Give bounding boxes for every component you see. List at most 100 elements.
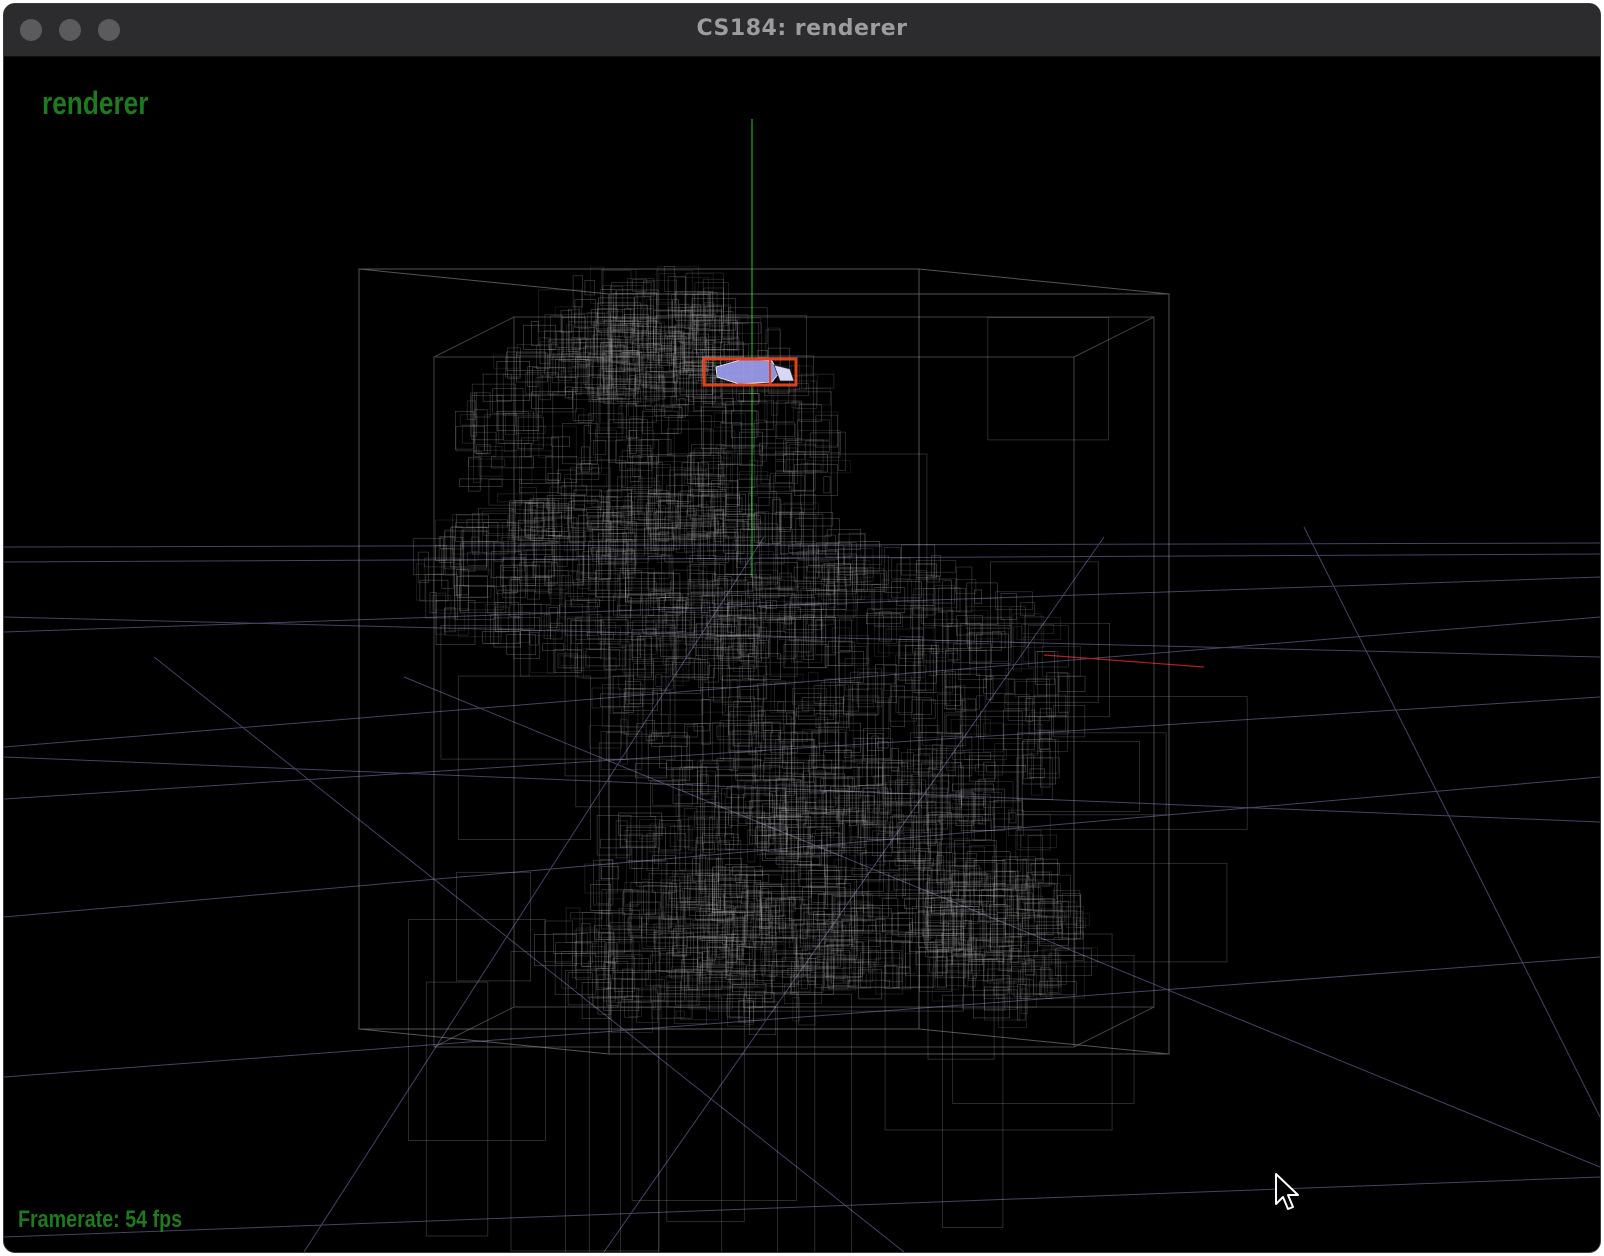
bvh-leaf-box	[466, 519, 508, 528]
bvh-leaf-box	[583, 647, 607, 679]
bvh-leaf-box	[846, 712, 876, 756]
bvh-leaf-box	[456, 569, 469, 596]
bvh-leaf-box	[491, 456, 534, 469]
bvh-node-box	[987, 317, 1109, 441]
bvh-leaf-box	[544, 920, 573, 963]
bvh-leaf-box	[551, 436, 570, 447]
bvh-leaf-box	[435, 600, 476, 645]
bvh-leaf-box	[913, 588, 936, 616]
bvh-leaf-box	[490, 551, 522, 578]
bvh-leaf-box	[799, 512, 834, 527]
bvh-box-edge	[433, 316, 515, 358]
bvh-leaf-box	[450, 526, 488, 568]
bvh-leaf-box	[974, 589, 982, 604]
bvh-leaf-box	[468, 456, 481, 492]
bvh-leaf-box	[676, 600, 687, 633]
bvh-leaf-box	[485, 604, 502, 644]
render-viewport[interactable]: renderer Framerate: 54 fps	[4, 57, 1600, 1252]
bvh-leaf-box	[976, 695, 986, 737]
bvh-leaf-box	[531, 391, 573, 409]
bvh-leaf-box	[721, 393, 759, 405]
bvh-scene	[4, 119, 1600, 1252]
bvh-leaf-box	[653, 932, 674, 951]
bvh-leaf-box	[606, 942, 618, 963]
bvh-node-box	[658, 993, 853, 1252]
bvh-leaf-box	[805, 440, 830, 452]
bvh-leaf-box	[911, 699, 936, 719]
bvh-leaf-box	[838, 746, 863, 778]
grid-line	[4, 1176, 1600, 1238]
bvh-leaf-box	[670, 395, 689, 406]
bvh-leaf-box	[629, 598, 660, 630]
bvh-leaf-box	[922, 823, 944, 833]
bvh-leaf-box	[798, 430, 841, 453]
bvh-leaf-box	[970, 627, 1009, 662]
x-axis-line	[1043, 654, 1205, 668]
bvh-leaf-box	[1028, 715, 1039, 755]
bvh-leaf-box	[936, 948, 947, 989]
bvh-leaf-box	[748, 503, 757, 519]
bvh-leaf-box	[567, 617, 583, 651]
title-bar[interactable]: CS184: renderer	[4, 4, 1600, 57]
bvh-leaf-box	[730, 785, 753, 816]
bvh-leaf-box	[1035, 651, 1055, 685]
bvh-leaf-box	[596, 879, 610, 904]
bvh-leaf-box	[945, 673, 980, 710]
bvh-leaf-box	[553, 560, 581, 571]
bvh-leaf-box	[864, 795, 875, 824]
bvh-leaf-box	[945, 714, 961, 734]
bvh-leaf-box	[601, 865, 619, 880]
bvh-leaf-box	[814, 773, 836, 787]
bvh-leaf-box	[496, 361, 530, 401]
bvh-leaf-box	[769, 636, 798, 677]
bvh-leaf-box	[727, 705, 763, 753]
app-label: renderer	[42, 85, 149, 121]
bvh-leaf-box	[529, 444, 553, 457]
bvh-leaf-box	[658, 273, 676, 304]
bvh-leaf-box	[623, 314, 649, 325]
bvh-leaf-box	[455, 425, 485, 452]
bvh-leaf-box	[570, 625, 583, 672]
bvh-leaf-box	[738, 780, 758, 818]
bvh-leaf-box	[743, 793, 773, 814]
bvh-leaf-box	[774, 682, 786, 711]
bvh-leaf-box	[1006, 829, 1021, 872]
bvh-leaf-box	[417, 551, 429, 583]
bvh-leaf-box	[852, 738, 864, 763]
bvh-leaf-box	[578, 414, 593, 423]
bvh-leaf-box	[723, 520, 745, 554]
bvh-leaf-box	[749, 595, 785, 620]
bvh-leaf-box	[463, 541, 495, 587]
bvh-leaf-box	[920, 609, 954, 624]
bvh-box-edge	[918, 1028, 1170, 1055]
bvh-leaf-box	[786, 440, 798, 472]
bvh-leaf-box	[798, 404, 822, 422]
bvh-leaf-box	[860, 540, 880, 559]
bvh-leaf-box	[675, 1010, 685, 1018]
bvh-leaf-box	[891, 581, 922, 599]
bvh-leaf-box	[825, 959, 863, 981]
bvh-leaf-box	[798, 637, 812, 653]
bvh-leaf-box	[731, 794, 739, 838]
bvh-leaf-box	[543, 614, 551, 639]
bvh-leaf-box	[683, 808, 698, 849]
bvh-leaf-box	[849, 688, 883, 732]
bvh-leaf-box	[650, 781, 680, 817]
bvh-leaf-box	[702, 278, 725, 317]
bvh-leaf-box	[691, 591, 730, 629]
framerate-readout: Framerate: 54 fps	[18, 1206, 183, 1233]
bvh-leaf-box	[732, 424, 755, 449]
bvh-leaf-box	[740, 688, 759, 702]
bvh-leaf-box	[983, 761, 996, 780]
bvh-box-edge	[918, 268, 1170, 295]
bvh-leaf-box	[898, 967, 911, 990]
bvh-leaf-box	[672, 767, 698, 804]
bvh-leaf-box	[797, 929, 820, 970]
bvh-leaf-box	[852, 684, 892, 702]
bvh-leaf-box	[712, 574, 757, 605]
bvh-leaf-box	[1008, 812, 1017, 824]
bvh-leaf-box	[614, 956, 635, 992]
bvh-leaf-box	[433, 573, 455, 611]
bvh-leaf-box	[735, 758, 761, 781]
bvh-leaf-box	[626, 403, 638, 439]
